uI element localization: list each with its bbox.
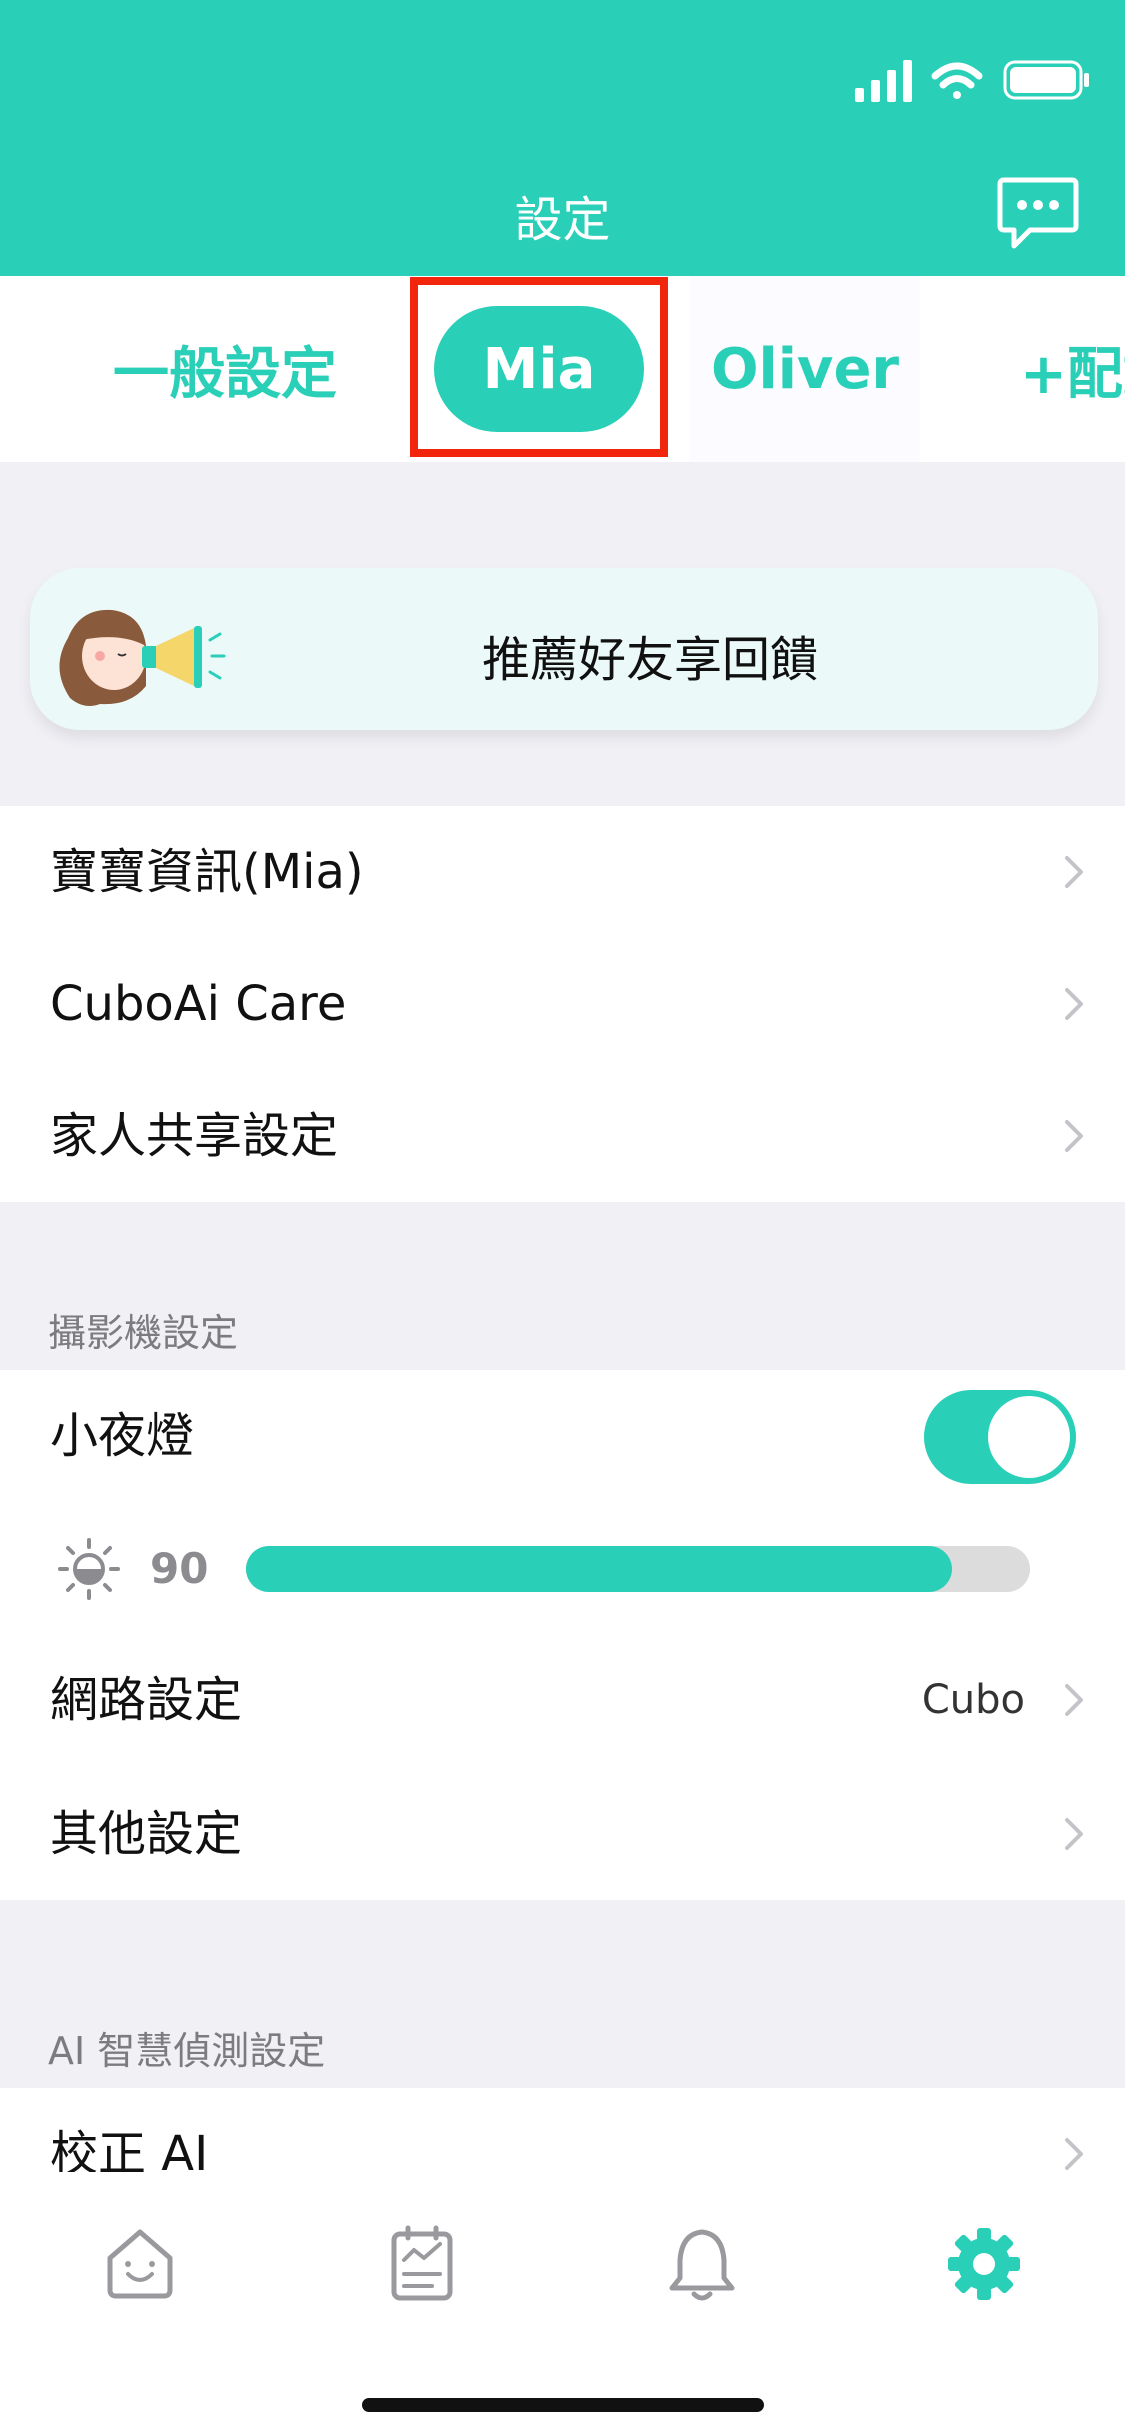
chevron-right-icon: [1065, 2138, 1083, 2170]
chevron-right-icon: [1065, 988, 1083, 1020]
camera-section-header: 攝影機設定: [48, 1311, 239, 1355]
tab-add-pairing[interactable]: +配對: [1020, 276, 1125, 462]
cuboai-care-label: CuboAi Care: [50, 976, 347, 1032]
brightness-slider[interactable]: [246, 1546, 1030, 1592]
referral-banner-text: 推薦好友享回饋: [481, 632, 818, 688]
baby-info-label: 寶寶資訊(Mia): [50, 844, 364, 900]
night-light-toggle[interactable]: [924, 1390, 1076, 1484]
chevron-right-icon: [1065, 1818, 1083, 1850]
network-settings-value: Cubo: [921, 1677, 1025, 1723]
page-title: 設定: [514, 192, 611, 248]
family-sharing-label: 家人共享設定: [50, 1108, 339, 1164]
list-item-cuboai-care[interactable]: CuboAi Care: [0, 938, 1125, 1070]
brightness-slider-fill: [246, 1546, 952, 1592]
chevron-right-icon: [1065, 1120, 1083, 1152]
home-icon[interactable]: [100, 2224, 180, 2304]
list-item-baby-info[interactable]: 寶寶資訊(Mia): [0, 806, 1125, 938]
status-bar-icons: [855, 60, 1089, 102]
signal-icon: [855, 60, 912, 102]
home-indicator: [362, 2398, 764, 2412]
profile-tabs: 一般設定 Mia Oliver +配對: [0, 276, 1125, 462]
ai-section-header: AI 智慧偵測設定: [48, 2029, 326, 2073]
wifi-icon: [931, 62, 983, 99]
chevron-right-icon: [1065, 1684, 1083, 1716]
network-settings-label: 網路設定: [50, 1672, 243, 1728]
tab-mia[interactable]: Mia: [434, 306, 644, 432]
list-item-other-settings[interactable]: 其他設定: [0, 1768, 1125, 1900]
girl-megaphone-illustration: [59, 609, 226, 706]
tab-oliver[interactable]: Oliver: [690, 276, 920, 462]
list-item-family-sharing[interactable]: 家人共享設定: [0, 1070, 1125, 1202]
chevron-right-icon: [1065, 856, 1083, 888]
bell-icon[interactable]: [662, 2224, 742, 2304]
toggle-knob: [988, 1396, 1070, 1478]
other-settings-label: 其他設定: [50, 1806, 243, 1862]
brightness-icon: [58, 1538, 120, 1600]
gear-icon[interactable]: [944, 2224, 1024, 2304]
tab-mia-highlight[interactable]: Mia: [410, 277, 668, 457]
list-item-network-settings[interactable]: 網路設定 Cubo: [0, 1634, 1125, 1766]
night-light-label: 小夜燈: [50, 1408, 195, 1464]
chat-bubble-dots-icon[interactable]: [996, 176, 1080, 252]
brightness-value: 90: [150, 1544, 209, 1593]
bottom-tab-bar: [0, 2172, 1125, 2436]
journal-icon[interactable]: [382, 2224, 462, 2304]
referral-banner[interactable]: 推薦好友享回饋: [30, 568, 1098, 730]
battery-icon: [1003, 60, 1089, 100]
tab-general-settings[interactable]: 一般設定: [110, 276, 340, 462]
baby-settings-group: 寶寶資訊(Mia) CuboAi Care 家人共享設定: [0, 806, 1125, 1202]
